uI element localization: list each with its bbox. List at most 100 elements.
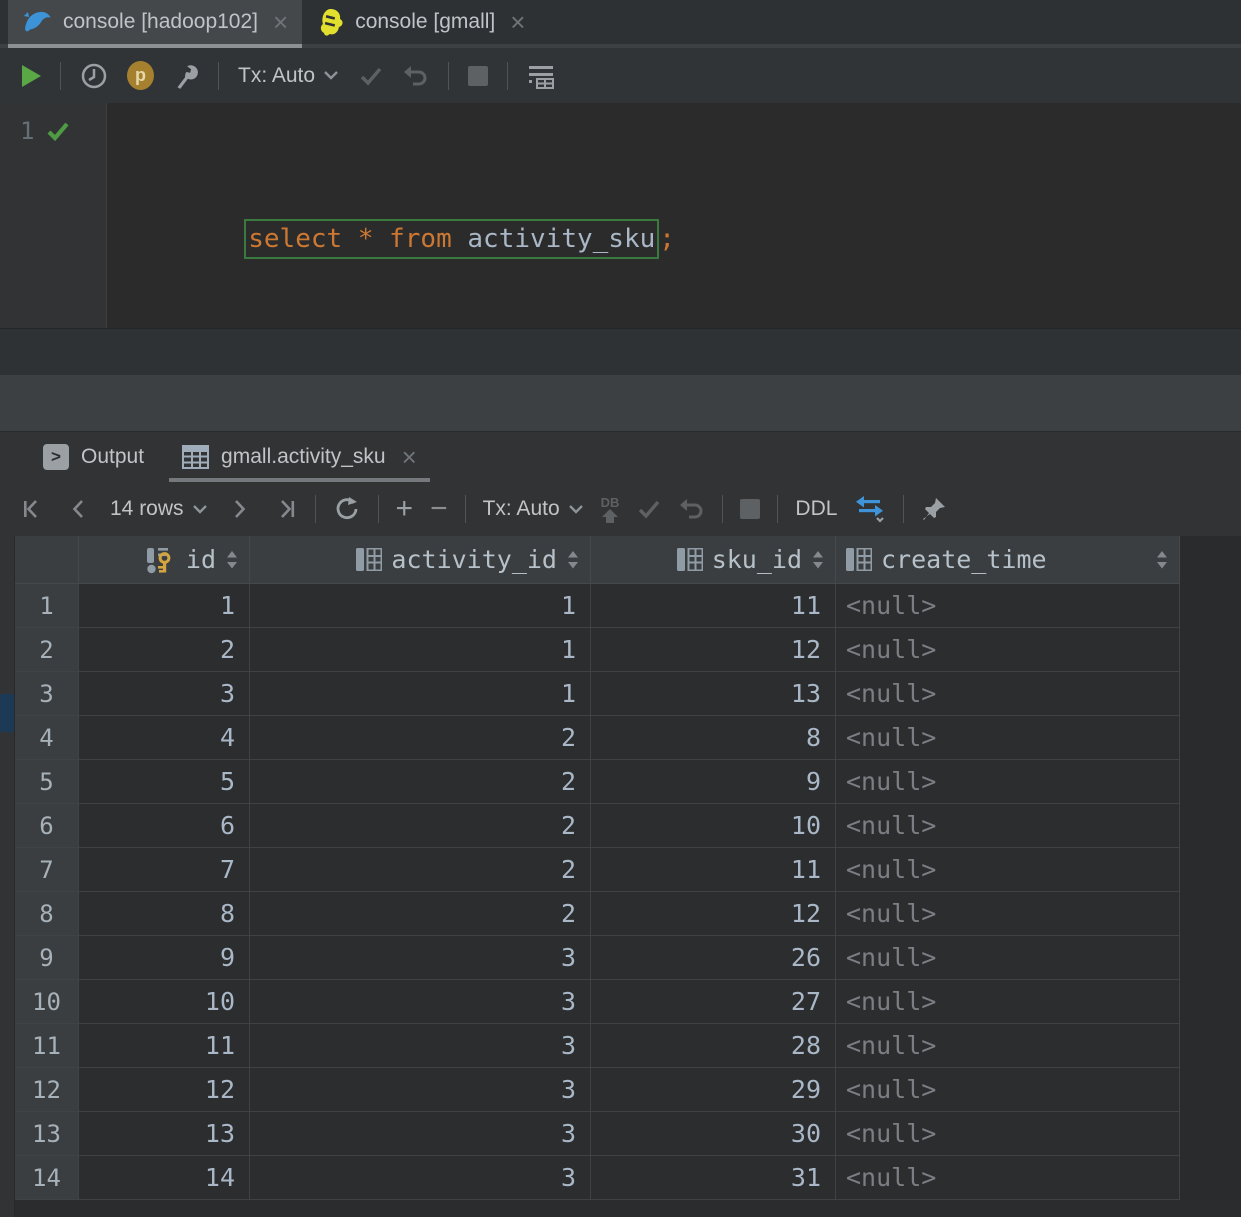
table-row[interactable]: 2 2 1 12 <null> — [0, 628, 1241, 672]
sku-id-cell[interactable]: 13 — [591, 672, 836, 716]
table-row[interactable]: 8 8 2 12 <null> — [0, 892, 1241, 936]
activity-id-cell[interactable]: 1 — [250, 628, 591, 672]
row-number-cell[interactable]: 8 — [15, 892, 79, 936]
row-number-cell[interactable]: 14 — [15, 1156, 79, 1200]
activity-id-cell[interactable]: 2 — [250, 804, 591, 848]
create-time-cell[interactable]: <null> — [836, 628, 1180, 672]
row-number-cell[interactable]: 9 — [15, 936, 79, 980]
id-cell[interactable]: 8 — [79, 892, 250, 936]
table-row[interactable]: 3 3 1 13 <null> — [0, 672, 1241, 716]
id-cell[interactable]: 7 — [79, 848, 250, 892]
sort-arrows-icon[interactable] — [566, 550, 580, 570]
table-row[interactable]: 9 9 3 26 <null> — [0, 936, 1241, 980]
create-time-cell[interactable]: <null> — [836, 848, 1180, 892]
tab-result-grid[interactable]: gmall.activity_sku × — [169, 432, 430, 482]
sku-id-cell[interactable]: 9 — [591, 760, 836, 804]
previous-page-icon[interactable] — [69, 497, 87, 521]
activity-id-cell[interactable]: 2 — [250, 848, 591, 892]
id-cell[interactable]: 14 — [79, 1156, 250, 1200]
activity-id-cell[interactable]: 1 — [250, 672, 591, 716]
row-number-cell[interactable]: 7 — [15, 848, 79, 892]
create-time-cell[interactable]: <null> — [836, 1112, 1180, 1156]
activity-id-cell[interactable]: 3 — [250, 1112, 591, 1156]
sort-arrows-icon[interactable] — [225, 550, 239, 570]
id-cell[interactable]: 4 — [79, 716, 250, 760]
table-row[interactable]: 13 13 3 30 <null> — [0, 1112, 1241, 1156]
activity-id-cell[interactable]: 2 — [250, 892, 591, 936]
sort-arrows-icon[interactable] — [1155, 550, 1169, 570]
rollback-icon[interactable] — [679, 497, 705, 521]
activity-id-cell[interactable]: 3 — [250, 936, 591, 980]
column-header-activity-id[interactable]: activity_id — [250, 536, 591, 584]
activity-id-cell[interactable]: 1 — [250, 584, 591, 628]
table-row[interactable]: 5 5 2 9 <null> — [0, 760, 1241, 804]
corner-header-cell[interactable] — [15, 536, 79, 584]
table-row[interactable]: 10 10 3 27 <null> — [0, 980, 1241, 1024]
last-page-icon[interactable] — [274, 497, 298, 521]
stop-button[interactable] — [740, 499, 761, 519]
row-number-cell[interactable]: 10 — [15, 980, 79, 1024]
sql-editor[interactable]: 1 select * from activity_sku; — [0, 103, 1241, 480]
create-time-cell[interactable]: <null> — [836, 892, 1180, 936]
activity-id-cell[interactable]: 3 — [250, 1068, 591, 1112]
code-area[interactable]: select * from activity_sku; — [107, 103, 675, 480]
id-cell[interactable]: 12 — [79, 1068, 250, 1112]
commit-icon[interactable] — [358, 65, 384, 87]
create-time-cell[interactable]: <null> — [836, 672, 1180, 716]
row-number-cell[interactable]: 3 — [15, 672, 79, 716]
column-header-id[interactable]: id — [79, 536, 250, 584]
row-number-cell[interactable]: 1 — [15, 584, 79, 628]
ddl-button[interactable]: DDL — [795, 497, 837, 521]
id-cell[interactable]: 13 — [79, 1112, 250, 1156]
id-cell[interactable]: 3 — [79, 672, 250, 716]
compare-dump-icon[interactable] — [854, 495, 886, 523]
submit-to-database-icon[interactable]: DB — [601, 496, 619, 523]
add-row-button[interactable]: + — [396, 494, 414, 524]
row-number-cell[interactable]: 11 — [15, 1024, 79, 1068]
sku-id-cell[interactable]: 10 — [591, 804, 836, 848]
tab-console-hadoop102[interactable]: console [hadoop102] × — [8, 0, 303, 48]
sku-id-cell[interactable]: 12 — [591, 892, 836, 936]
id-cell[interactable]: 1 — [79, 584, 250, 628]
close-icon[interactable]: × — [273, 9, 288, 35]
sku-id-cell[interactable]: 30 — [591, 1112, 836, 1156]
create-time-cell[interactable]: <null> — [836, 1024, 1180, 1068]
id-cell[interactable]: 2 — [79, 628, 250, 672]
id-cell[interactable]: 11 — [79, 1024, 250, 1068]
id-cell[interactable]: 6 — [79, 804, 250, 848]
activity-id-cell[interactable]: 2 — [250, 716, 591, 760]
sku-id-cell[interactable]: 12 — [591, 628, 836, 672]
rollback-icon[interactable] — [403, 64, 429, 88]
sku-id-cell[interactable]: 27 — [591, 980, 836, 1024]
console-output-icon[interactable] — [527, 63, 555, 89]
sku-id-cell[interactable]: 11 — [591, 584, 836, 628]
id-cell[interactable]: 9 — [79, 936, 250, 980]
refresh-icon[interactable] — [333, 495, 361, 523]
run-button[interactable] — [22, 64, 41, 87]
row-number-cell[interactable]: 2 — [15, 628, 79, 672]
sort-arrows-icon[interactable] — [811, 550, 825, 570]
tab-output[interactable]: > Output — [30, 432, 157, 482]
activity-id-cell[interactable]: 3 — [250, 1156, 591, 1200]
row-number-cell[interactable]: 13 — [15, 1112, 79, 1156]
table-row[interactable]: 12 12 3 29 <null> — [0, 1068, 1241, 1112]
next-page-icon[interactable] — [231, 497, 249, 521]
table-row[interactable]: 7 7 2 11 <null> — [0, 848, 1241, 892]
sku-id-cell[interactable]: 11 — [591, 848, 836, 892]
create-time-cell[interactable]: <null> — [836, 804, 1180, 848]
sku-id-cell[interactable]: 29 — [591, 1068, 836, 1112]
create-time-cell[interactable]: <null> — [836, 936, 1180, 980]
id-cell[interactable]: 5 — [79, 760, 250, 804]
delete-row-button[interactable]: − — [430, 494, 448, 524]
table-row[interactable]: 14 14 3 31 <null> — [0, 1156, 1241, 1200]
profiler-badge[interactable]: p — [127, 61, 154, 90]
close-icon[interactable]: × — [510, 9, 525, 35]
create-time-cell[interactable]: <null> — [836, 980, 1180, 1024]
create-time-cell[interactable]: <null> — [836, 716, 1180, 760]
close-icon[interactable]: × — [402, 444, 417, 470]
column-header-create-time[interactable]: create_time — [836, 536, 1180, 584]
page-size-select[interactable]: 14 rows — [110, 497, 208, 521]
pin-tab-icon[interactable] — [921, 496, 947, 522]
table-row[interactable]: 6 6 2 10 <null> — [0, 804, 1241, 848]
tab-console-gmall[interactable]: console [gmall] × — [302, 0, 540, 48]
